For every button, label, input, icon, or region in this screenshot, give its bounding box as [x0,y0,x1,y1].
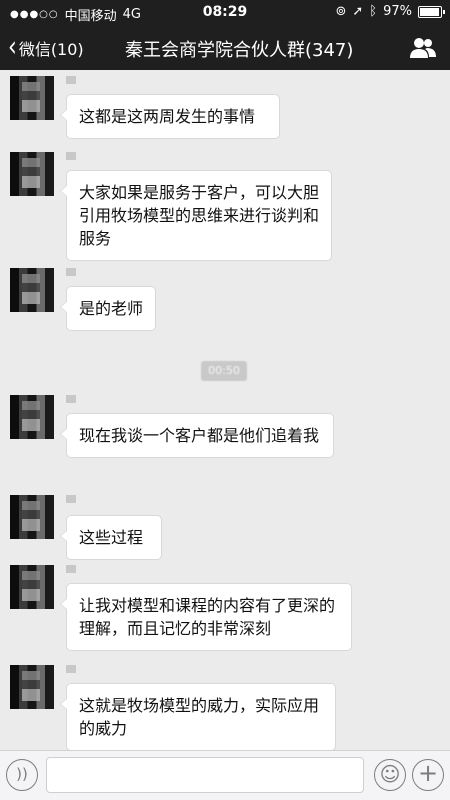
more-button[interactable]: + [412,759,444,791]
avatar[interactable] [10,152,54,196]
voice-icon: )) [16,765,28,783]
nav-bar: ‹ 微信(10) 秦王会商学院合伙人群(347) [0,26,450,70]
chat-title: 秦王会商学院合伙人群(347) [125,40,354,61]
lock-rotation-icon: ⊚ [335,4,347,19]
back-label: 微信(10) [18,40,84,59]
emoji-button[interactable]: ☺ [374,759,406,791]
group-members-icon[interactable] [410,37,436,59]
bluetooth-icon: ᛒ [369,4,378,19]
location-icon: ➚ [352,4,364,19]
message-bubble[interactable]: 这就是牧场模型的威力，实际应用的威力 [60,683,336,750]
message-bubble[interactable]: 现在我谈一个客户都是他们追着我 [60,413,334,458]
avatar[interactable] [10,395,54,439]
sender-name [66,76,76,84]
sender-name [66,665,76,673]
back-button[interactable]: ‹ 微信(10) [8,31,84,64]
message-bubble[interactable]: 是的老师 [60,286,156,331]
avatar[interactable] [10,565,54,609]
sender-name [66,268,76,276]
avatar[interactable] [10,665,54,709]
voice-button[interactable]: )) [6,759,38,791]
status-right: ⊚ ➚ ᛒ 97% [335,4,445,19]
battery-fill [420,7,440,16]
sender-name [66,395,76,403]
message-bubble[interactable]: 这些过程 [60,515,162,560]
sender-name [66,152,76,160]
battery-icon [418,5,445,18]
battery-percent: 97% [383,4,412,19]
message-bubble[interactable]: 让我对模型和课程的内容有了更深的理解，而且记忆的非常深刻 [60,583,352,651]
message-bubble[interactable]: 大家如果是服务于客户，可以大胆引用牧场模型的思维来进行谈判和服务 [60,170,332,261]
message-bubble[interactable]: 这都是这两周发生的事情 [60,94,280,139]
status-bar: ●●●○○ 中国移动 4G 08:29 ⊚ ➚ ᛒ 97% [0,0,450,26]
avatar[interactable] [10,76,54,120]
timestamp: 00:50 [201,361,247,381]
avatar[interactable] [10,268,54,312]
message-input[interactable] [46,757,364,793]
sender-name [66,565,76,573]
chat-area[interactable]: 这都是这两周发生的事情 大家如果是服务于客户，可以大胆引用牧场模型的思维来进行谈… [0,70,450,750]
chevron-left-icon: ‹ [8,31,17,64]
input-bar: )) ☺ + [0,750,450,800]
plus-icon: + [417,759,439,787]
sender-name [66,495,76,503]
avatar[interactable] [10,495,54,539]
smiley-icon: ☺ [379,762,401,786]
